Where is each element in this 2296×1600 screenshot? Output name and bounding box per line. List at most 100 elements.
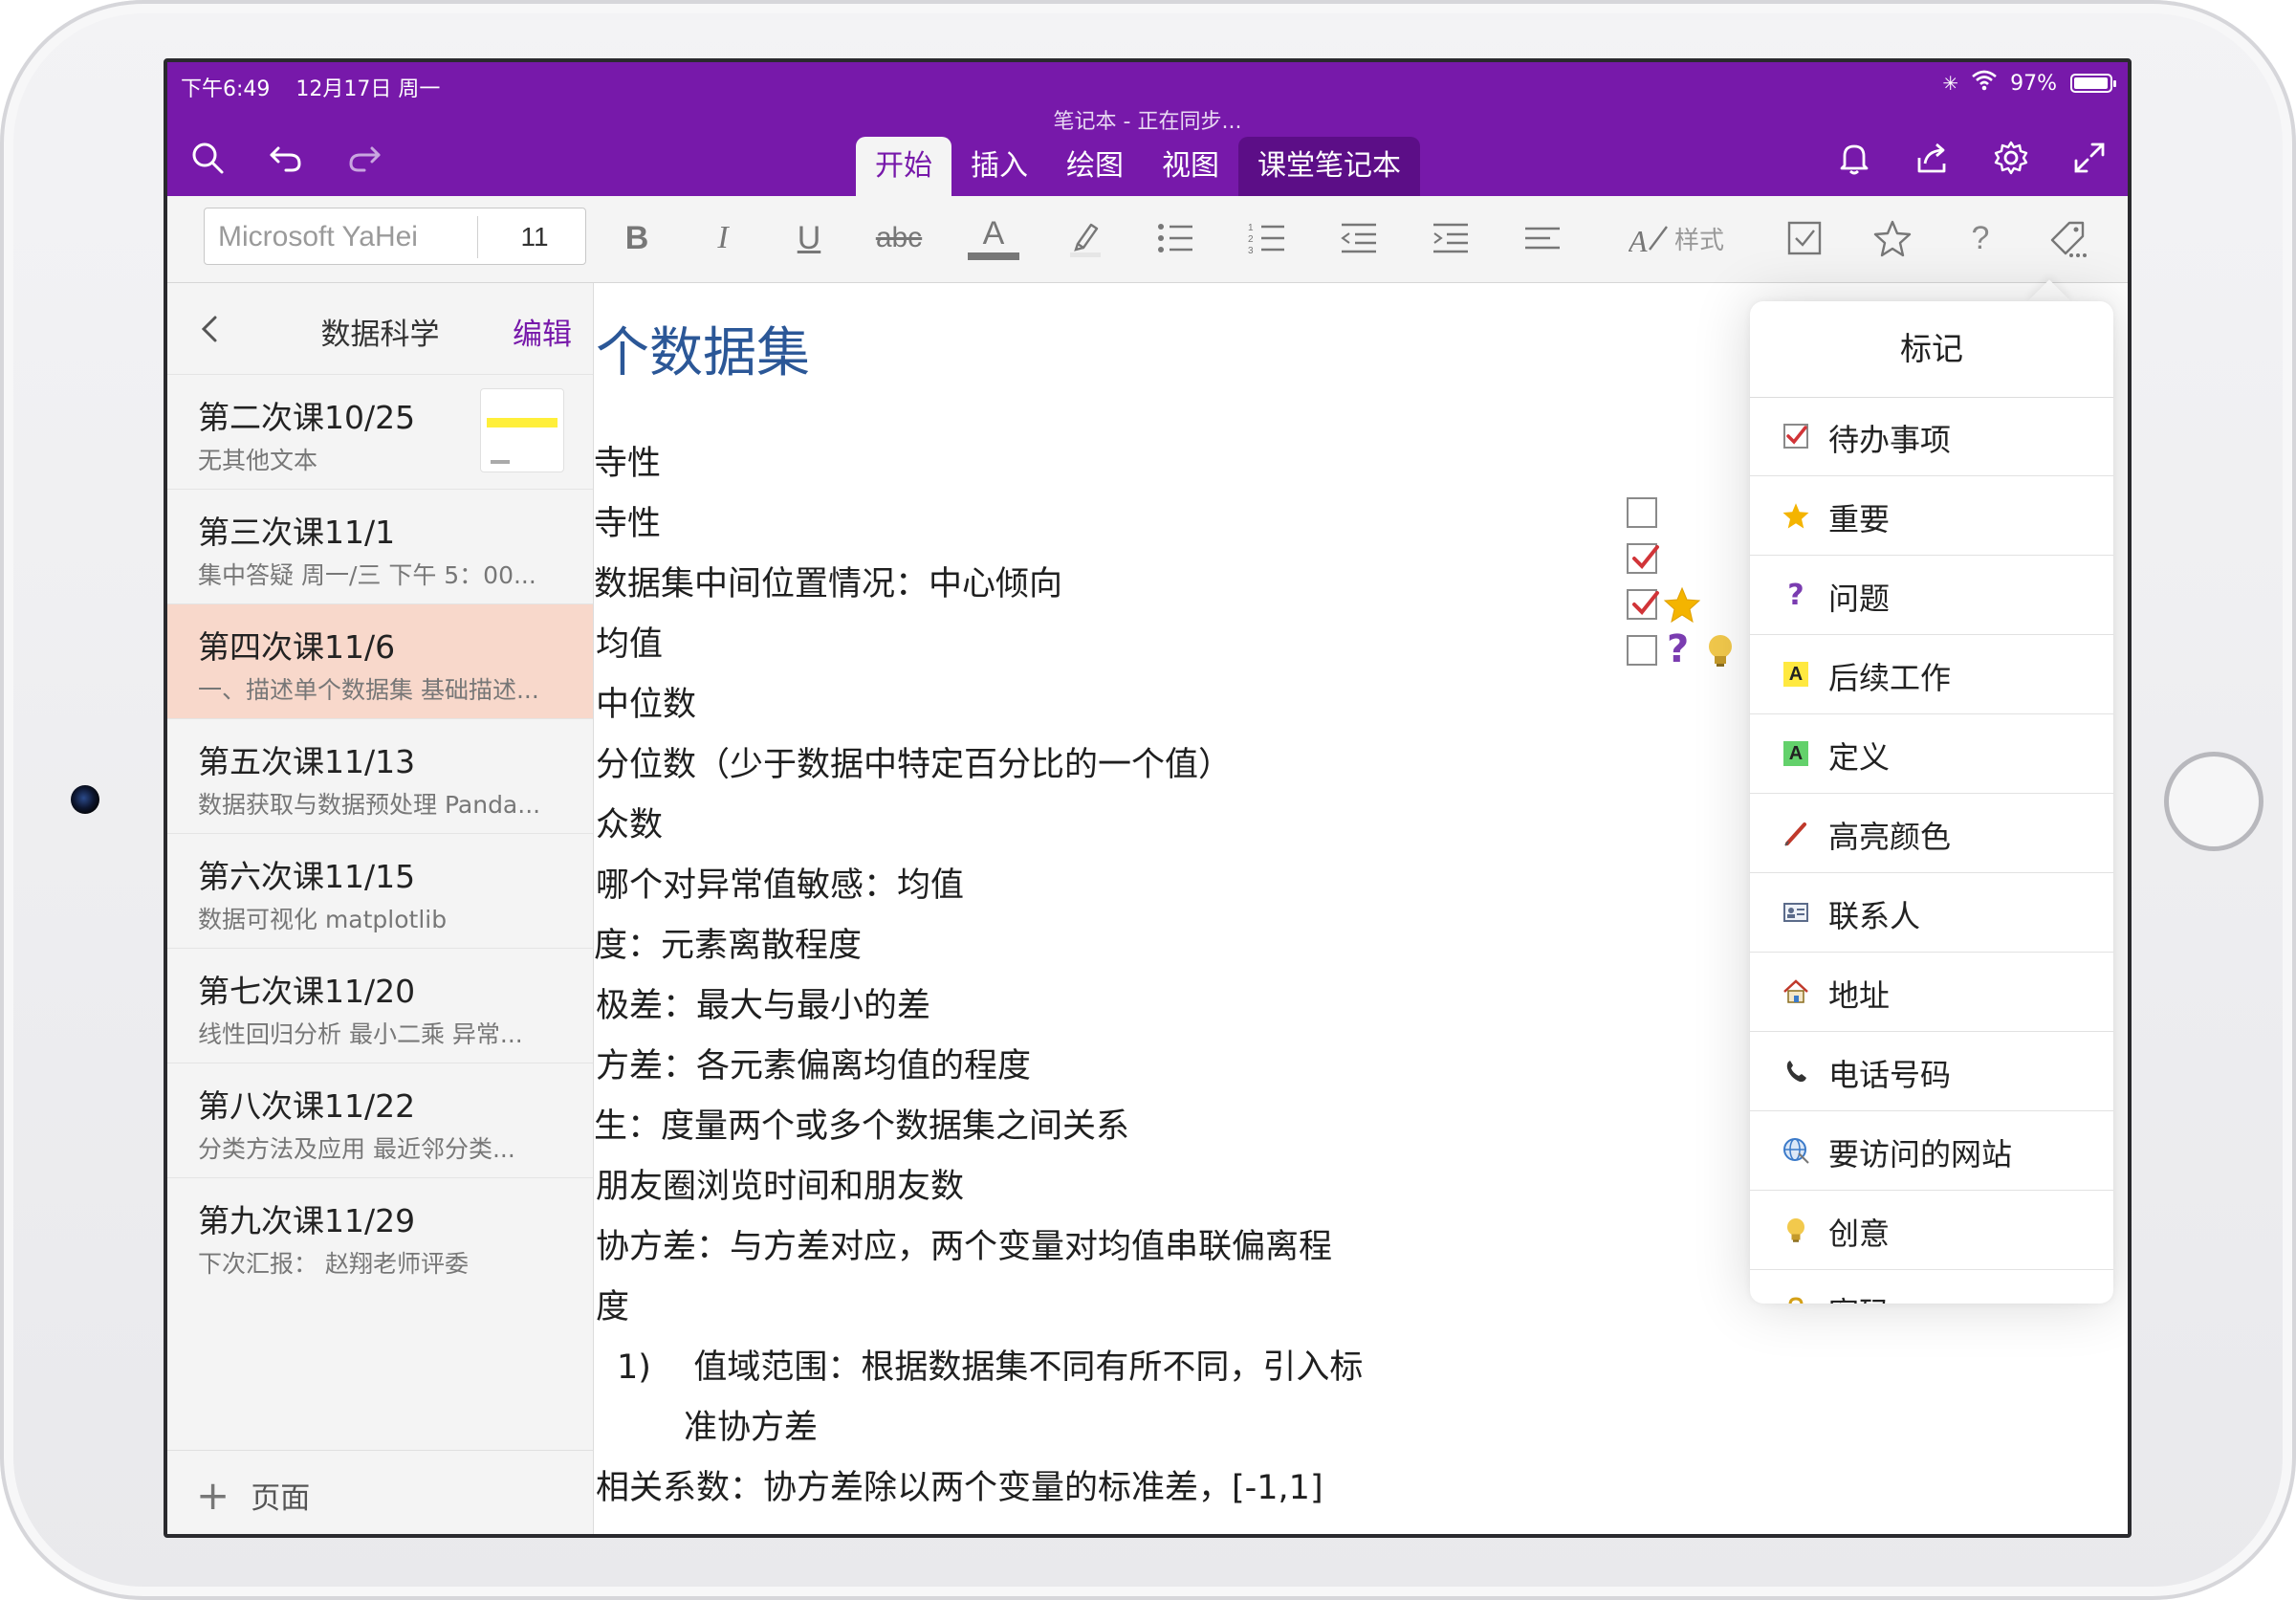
note-line[interactable]: 寺性 xyxy=(594,436,661,485)
bullet-list-icon[interactable] xyxy=(1147,213,1204,263)
tag-item-label: 后续工作 xyxy=(1828,660,1952,696)
note-line[interactable]: 数据集中间位置情况：中心倾向 xyxy=(594,557,1062,605)
page-item-subtitle: 数据可视化 matplotlib xyxy=(198,906,448,933)
home-button[interactable] xyxy=(2164,752,2263,851)
note-line[interactable]: 极差：最大与最小的差 xyxy=(596,978,930,1027)
note-line[interactable]: 分位数（少于数据中特定百分比的一个值） xyxy=(596,737,1232,786)
tag-item-follow-up[interactable]: A 后续工作 xyxy=(1750,635,2113,714)
todo-checkbox-checked[interactable] xyxy=(1627,589,1659,620)
tab-insert[interactable]: 插入 xyxy=(951,137,1047,196)
tag-item-definition[interactable]: A 定义 xyxy=(1750,714,2113,794)
strikethrough-button[interactable]: abc xyxy=(865,213,932,263)
italic-button[interactable]: I xyxy=(699,213,747,263)
undo-icon[interactable] xyxy=(263,135,309,181)
note-line[interactable]: 相关系数：协方差除以两个变量的标准差，[-1,1] xyxy=(596,1460,1323,1509)
page-item-subtitle: 一、描述单个数据集 基础描述... xyxy=(198,676,539,704)
page-item[interactable]: 第六次课11/15 数据可视化 matplotlib xyxy=(167,833,593,948)
checkbox-icon xyxy=(1779,419,1813,453)
note-line[interactable]: 朋友圈浏览时间和朋友数 xyxy=(596,1159,964,1208)
page-item[interactable]: 第五次课11/13 数据获取与数据预处理 Panda... xyxy=(167,718,593,833)
page-title[interactable]: 个数据集 xyxy=(596,310,810,387)
tag-item-idea[interactable]: 创意 xyxy=(1750,1191,2113,1270)
bell-icon[interactable] xyxy=(1831,135,1877,181)
lightbulb-icon xyxy=(1709,635,1732,667)
decrease-indent-icon[interactable] xyxy=(1330,213,1388,263)
note-line[interactable]: 度 xyxy=(596,1280,629,1328)
tab-draw[interactable]: 绘图 xyxy=(1047,137,1143,196)
note-line[interactable]: 寺性 xyxy=(594,496,661,545)
ribbon-tabs: 开始 插入 绘图 视图 课堂笔记本 xyxy=(856,137,1420,196)
share-icon[interactable] xyxy=(1910,135,1956,181)
checkmark-icon xyxy=(1632,591,1659,615)
tag-item-todo[interactable]: 待办事项 xyxy=(1750,397,2113,476)
font-name-field[interactable]: Microsoft YaHei xyxy=(218,221,418,253)
align-icon[interactable] xyxy=(1514,213,1571,263)
gear-icon[interactable] xyxy=(1988,135,2034,181)
tab-class-notebook[interactable]: 课堂笔记本 xyxy=(1238,137,1420,196)
todo-checkbox[interactable] xyxy=(1627,497,1657,528)
page-item-subtitle: 下次汇报： 赵翔老师评委 xyxy=(198,1250,469,1278)
add-page-button[interactable]: + 页面 xyxy=(196,1474,310,1517)
tag-item-password[interactable]: 密码 xyxy=(1750,1270,2113,1304)
home-icon xyxy=(1779,975,1813,1009)
increase-indent-icon[interactable] xyxy=(1422,213,1479,263)
tag-item-question[interactable]: ? 问题 xyxy=(1750,556,2113,635)
definition-badge: A xyxy=(1783,741,1808,766)
thumbnail-highlight xyxy=(487,418,558,427)
font-color-button[interactable]: A xyxy=(965,213,1022,263)
note-line[interactable]: 生：度量两个或多个数据集之间关系 xyxy=(594,1099,1129,1148)
thumbnail-line xyxy=(491,460,510,464)
tag-item-phone[interactable]: 电话号码 xyxy=(1750,1032,2113,1111)
tag-item-important[interactable]: 重要 xyxy=(1750,476,2113,556)
todo-tag-icon[interactable] xyxy=(1776,213,1833,263)
tag-item-website[interactable]: 要访问的网站 xyxy=(1750,1111,2113,1191)
note-line[interactable]: 协方差：与方差对应，两个变量对均值串联偏离程 xyxy=(596,1219,1332,1268)
page-item[interactable]: 第三次课11/1 集中答疑 周一/三 下午 5：00... xyxy=(167,489,593,603)
lock-icon xyxy=(1779,1292,1813,1304)
note-line[interactable]: 准协方差 xyxy=(684,1400,818,1449)
page-item-title: 第六次课11/15 xyxy=(198,858,416,895)
wifi-icon xyxy=(1972,70,1997,97)
page-item[interactable]: 第九次课11/29 下次汇报： 赵翔老师评委 xyxy=(167,1177,593,1292)
page-list: 第二次课10/25 无其他文本 第三次课11/1 集中答疑 周一/三 下午 5：… xyxy=(167,374,593,1292)
app-header: 下午6:49 12月17日 周一 ✳ 97% 笔记本 - 正在同步... 开始 … xyxy=(167,62,2128,196)
underline-button[interactable]: U xyxy=(785,213,833,263)
todo-checkbox[interactable] xyxy=(1627,635,1657,666)
styles-button[interactable]: A 样式 xyxy=(1609,213,1743,263)
tag-item-highlight[interactable]: 高亮颜色 xyxy=(1750,794,2113,873)
note-line[interactable]: 哪个对异常值敏感：均值 xyxy=(596,858,964,907)
expand-icon[interactable] xyxy=(2066,135,2112,181)
highlighter-icon[interactable] xyxy=(1057,213,1114,263)
tab-view[interactable]: 视图 xyxy=(1143,137,1238,196)
note-line[interactable]: 众数 xyxy=(596,798,663,846)
note-line[interactable]: 方差：各元素偏离均值的程度 xyxy=(596,1039,1031,1087)
search-icon[interactable] xyxy=(185,135,230,181)
font-size-field[interactable]: 11 xyxy=(482,222,587,252)
page-item[interactable]: 第七次课11/20 线性回归分析 最小二乘 异常... xyxy=(167,948,593,1063)
svg-text:3: 3 xyxy=(1248,246,1254,256)
tag-item-label: 创意 xyxy=(1828,1216,1891,1252)
redo-icon[interactable] xyxy=(341,135,387,181)
font-picker[interactable]: Microsoft YaHei 11 xyxy=(204,208,586,265)
star-icon xyxy=(1663,586,1701,624)
page-item[interactable]: 第八次课11/22 分类方法及应用 最近邻分类... xyxy=(167,1063,593,1177)
page-item-selected[interactable]: 第四次课11/6 一、描述单个数据集 基础描述... xyxy=(167,603,593,718)
edit-button[interactable]: 编辑 xyxy=(513,310,572,353)
bold-button[interactable]: B xyxy=(613,213,661,263)
numbered-list-icon[interactable]: 123 xyxy=(1238,213,1296,263)
globe-icon xyxy=(1779,1133,1813,1168)
note-line[interactable]: 均值 xyxy=(596,617,663,666)
tab-home[interactable]: 开始 xyxy=(856,137,951,196)
styles-icon: A xyxy=(1629,224,1668,258)
note-line[interactable]: 1) 值域范围：根据数据集不同有所不同，引入标 xyxy=(617,1340,1363,1389)
note-line[interactable]: 中位数 xyxy=(596,677,696,726)
note-line[interactable]: 度：元素离散程度 xyxy=(594,918,862,967)
star-icon[interactable] xyxy=(1864,213,1921,263)
question-tag-button[interactable]: ? xyxy=(1952,213,2009,263)
todo-checkbox-checked[interactable] xyxy=(1627,543,1659,574)
document-title: 笔记本 - 正在同步... xyxy=(1053,110,1242,134)
tag-item-contact[interactable]: 联系人 xyxy=(1750,873,2113,953)
tag-icon[interactable] xyxy=(2034,213,2101,263)
tag-item-address[interactable]: 地址 xyxy=(1750,953,2113,1032)
page-item[interactable]: 第二次课10/25 无其他文本 xyxy=(167,374,593,489)
